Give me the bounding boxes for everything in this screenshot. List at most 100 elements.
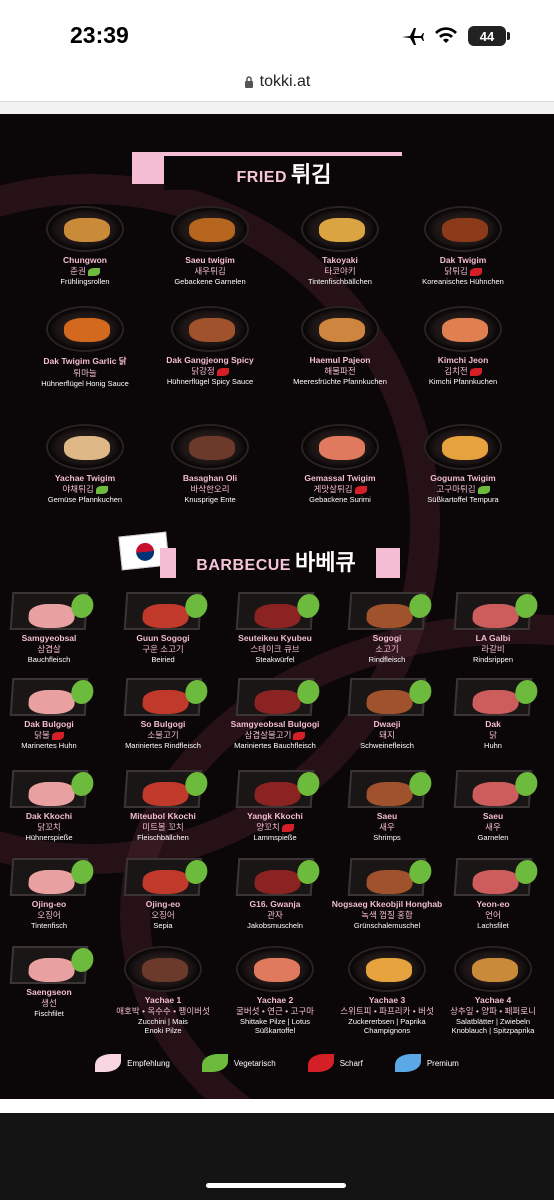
legend-label: Scharf [339, 1058, 363, 1068]
item-korean-name: 스테이크 큐브 [210, 643, 340, 655]
legend-item: Premium [394, 1054, 459, 1072]
spicy-leaf-icon [281, 823, 294, 832]
item-german-name: Süßkartoffel Tempura [427, 495, 499, 504]
korean-text: 닭불 [34, 730, 50, 740]
menu-item: Chungwon 춘권 Frühlingsrollen [20, 206, 150, 286]
item-german-name: Mariniertes Rindfleisch [125, 741, 201, 750]
menu-item: Yangk Kkochi 양꼬치 Lammspieße [210, 770, 340, 842]
item-name: Dak Bulgogi [24, 719, 74, 729]
spicy-leaf-icon [469, 367, 482, 376]
dish-image [235, 770, 321, 808]
item-german-name: Sepia [153, 921, 173, 930]
korean-text: 굴버섯 • 연근 • 고구마 [236, 1006, 314, 1016]
korean-text: 생선 [41, 998, 57, 1008]
item-german-name: Knusprige Ente [184, 495, 236, 504]
url-text: tokki.at [259, 72, 311, 90]
item-name: Dak [485, 719, 501, 729]
menu-item: Takoyaki 타코야키 Tintenfischbällchen [275, 206, 405, 286]
item-korean-name: 구운 소고기 [98, 643, 228, 655]
item-german-name: Gebackene Garnelen [174, 277, 246, 286]
spicy-leaf-icon [216, 367, 229, 376]
dish-image [123, 592, 209, 630]
item-name: Yachae 4 [474, 995, 512, 1005]
item-name: Yachae Twigim [54, 473, 116, 483]
dish-image [301, 424, 379, 470]
dish-image [171, 206, 249, 252]
dish-image [171, 424, 249, 470]
leaf-icon [95, 1054, 122, 1072]
item-name: Yangk Kkochi [247, 811, 303, 821]
korean-text: 스테이크 큐브 [250, 644, 300, 654]
korean-text: 튀마늘 [73, 368, 97, 378]
item-german-name: Fleischbällchen [137, 833, 189, 842]
item-name: So Bulgogi [140, 719, 186, 729]
wifi-icon [435, 27, 457, 43]
item-korean-name: 닭불 [0, 729, 114, 741]
item-name: Haemul Pajeon [309, 355, 371, 365]
korean-text: 미트볼 꼬치 [142, 822, 184, 832]
dish-image [347, 678, 433, 716]
korean-text: 녹색 껍질 홍합 [361, 910, 413, 920]
menu-item: Dak Gangjeong Spicy 닭강정 Hühnerflügel Spicy… [145, 306, 275, 386]
item-german-name: Tintenfischbällchen [308, 277, 372, 286]
legend-label: Vegetarisch [233, 1058, 276, 1068]
dish-image [347, 858, 433, 896]
item-german-name: Gebackene Surimi [309, 495, 371, 504]
menu-item: Yachae 4 상추잎 • 양파 • 페퍼로니 Salatblätter | Zw… [428, 946, 554, 1035]
item-name: Goguma Twigim [430, 473, 496, 483]
leaf-icon [307, 1054, 334, 1072]
dish-image [347, 592, 433, 630]
legend-item: Vegetarisch [201, 1054, 276, 1072]
menu-item: Samgyeobsal 삼겹살 Bauchfleisch [0, 592, 114, 664]
spicy-leaf-icon [293, 731, 306, 740]
legend-label: Empfehlung [127, 1058, 170, 1068]
korean-text: 양꼬치 [256, 822, 280, 832]
item-name: Miteubol Kkochi [130, 811, 196, 821]
korean-text: 야채튀김 [62, 484, 94, 494]
item-name: Dak Twigim Garlic 닭 [43, 356, 127, 366]
dish-image [347, 770, 433, 808]
item-korean-name: 닭 [428, 729, 554, 741]
menu-item: Seuteikeu Kyubeu 스테이크 큐브 Steakwürfel [210, 592, 340, 664]
item-german-name: Garnelen [477, 833, 509, 842]
item-korean-name: 게맛살튀김 [275, 483, 405, 495]
item-german-name: Gemüse Pfannkuchen [47, 495, 123, 504]
item-name: Samgyeobsal [21, 633, 77, 643]
item-name: Dak Kkochi [25, 811, 73, 821]
dish-image [46, 424, 124, 470]
home-indicator[interactable] [206, 1183, 346, 1188]
item-german-name: Steakwürfel [255, 655, 295, 664]
item-name: LA Galbi [475, 633, 511, 643]
legend-item: Empfehlung [95, 1054, 170, 1072]
item-korean-name: 라갈비 [428, 643, 554, 655]
dish-image [453, 592, 539, 630]
item-german-name: Frühlingsrollen [60, 277, 110, 286]
item-name: Dak Twigim [439, 255, 487, 265]
menu-item: Saeu twigim 새우튀김 Gebackene Garnelen [145, 206, 275, 286]
menu-item: Guun Sogogi 구운 소고기 Beiried [98, 592, 228, 664]
item-korean-name: 바삭한오리 [145, 483, 275, 495]
korean-text: 오징어 [151, 910, 175, 920]
fried-title-ko: 튀김 [291, 162, 332, 187]
item-korean-name: 관자 [210, 909, 340, 921]
leaf-icon [394, 1054, 421, 1072]
item-korean-name: 야채튀김 [20, 483, 150, 495]
item-german-name: Hühnerflügel Honig Sauce [41, 379, 129, 388]
item-korean-name: 언어 [428, 909, 554, 921]
item-korean-name: 타코야키 [275, 265, 405, 277]
korean-text: 라갈비 [481, 644, 505, 654]
korean-text: 새우 [379, 822, 395, 832]
korean-text: 고구마튀김 [436, 484, 476, 494]
vegetarian-leaf-icon [477, 485, 490, 494]
korean-text: 김치전 [444, 366, 468, 376]
address-bar[interactable]: tokki.at [0, 62, 554, 102]
item-korean-name: 생선 [0, 997, 114, 1009]
item-korean-name: 고구마튀김 [398, 483, 528, 495]
battery-indicator: 44 [468, 26, 510, 46]
dish-image [424, 206, 502, 252]
item-name: Chungwon [63, 255, 107, 265]
menu-item: Kimchi Jeon 김치전 Kimchi Pfannkuchen [398, 306, 528, 386]
item-german-name: Shittake Pilze | Lotus Süßkartoffel [240, 1017, 310, 1035]
item-name: Basaghan Oli [182, 473, 238, 483]
item-german-name: Tintenfisch [31, 921, 67, 930]
